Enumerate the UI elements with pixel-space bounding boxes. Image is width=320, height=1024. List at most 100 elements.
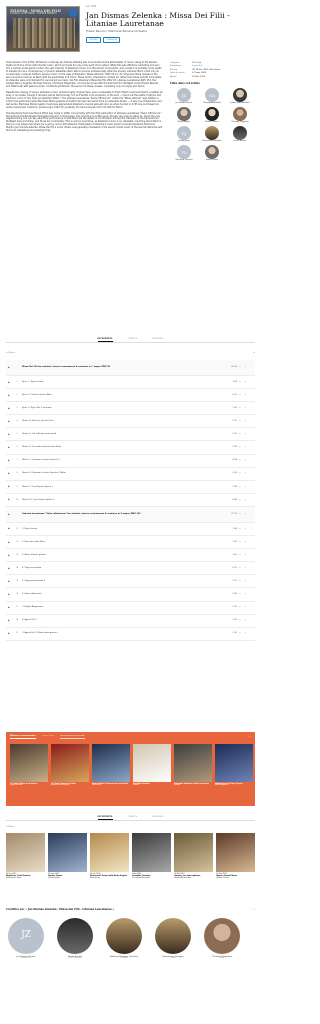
reco-tab-new-releases[interactable]: NOUVELLES SORTIES [60,735,85,739]
reco-card[interactable]: Scarlatti: Sonatas Various [133,744,171,786]
more-icon[interactable]: ⋯ [249,472,255,475]
more-icon[interactable]: ⋯ [249,593,255,596]
cited-person[interactable]: Christoph Prégardien [226,107,254,124]
track-row[interactable]: ▶ 10 Gloria: 10. Cum Sancto Spiritu 2 6:40 +… [6,494,255,507]
track-row[interactable]: ▶ 5 Gloria: 5. Qui tollis peccata mundi 5:2… [6,428,255,442]
track-row[interactable]: ▶ 12 2. Pater de coelis Deus 2:41 + ⤓ ⋯ [6,536,255,550]
card-caption: Scarlatti: Sonatas Various [133,783,171,787]
cited-person[interactable]: GJ Gordon Jones [170,126,198,143]
more-icon[interactable]: ⋯ [249,541,255,544]
cited-person[interactable]: Kammerchor Stuttgart [198,126,226,143]
track-row[interactable]: ▶ 4 Gloria: 4. Gloria in excelsis Deo 9:37 +… [6,415,255,429]
card-artist: Various [174,784,181,787]
album-cover[interactable]: ZELENKA · MISSA DEI FILII LITANIAE LAURE… [6,6,80,52]
more-icon[interactable]: ⋯ [249,459,255,462]
person-name: Christoph Prégardien [231,121,249,124]
cited-person[interactable]: TO Tafelmusik Chamber [170,145,198,162]
more-icon[interactable]: ⋯ [249,513,255,516]
credit-person[interactable]: Tafelmusik Baroque Orchestra Orchestre [104,918,144,960]
more-icon[interactable]: ⋯ [249,366,255,369]
album-artists[interactable]: Frieder Bernius / Tafelmusik Baroque Orc… [86,30,256,33]
credits-list: JZ Jan Dismas Zelenka Compositeur Frieder B… [6,918,242,960]
similar-card[interactable]: 8 Avr 2004 Gesualdo: Tenebrae The Hilliard… [132,833,171,879]
credit-person[interactable]: JZ Jan Dismas Zelenka Compositeur [6,918,46,960]
track-duration: 42:56 [231,366,237,369]
reco-card[interactable]: J.S. Bach: Oratorio de Noël Kammerchor St… [51,744,89,786]
track-row[interactable]: ▶ 9 Gloria: 9. Cum Sancto Spiritu 1 1:06 + ⤓ ⋯ [6,481,255,494]
track-number: 11 [15,527,19,530]
avatar [233,88,247,103]
similar-card[interactable]: 25 Fév 1999 Monteverdi: Vespro della Beat… [90,833,129,879]
more-icon[interactable]: ⋯ [249,567,255,570]
credits-arrows[interactable]: ‹ › [252,908,255,911]
track-title: Gloria: 9. Cum Sancto Spiritu 1 [22,485,53,488]
track-row[interactable]: ▶ 1 Kyrie: 1. Kyrie eleison 1:54 + ⤓ ⋯ [6,376,255,390]
track-row[interactable]: ▶ 16 6. Salus infirmorum 3:49 + ⤓ ⋯ [6,588,255,602]
similar-filter[interactable]: ⊳ Filtrer [6,826,14,829]
track-row[interactable]: ▶ 15 5. Virgo potentissima 1 2:27 + ⤓ ⋯ [6,575,255,589]
more-icon[interactable]: ⋯ [249,528,255,531]
more-icon[interactable]: ⋯ [249,554,255,557]
reco-card[interactable]: David Hamlin: Concerts pour ensemble Tafe… [92,744,130,786]
similar-card[interactable]: 15 Nov 2022 Mozart: Grande Messe William C… [216,833,256,879]
genre-badge[interactable]: CLASSICAL [103,37,120,43]
track-row[interactable]: ▶ 17 7. Regina Angelorum 3:12 + ⤓ ⋯ [6,602,255,615]
cited-person[interactable]: Johann Sebastian Bach [226,88,254,105]
more-icon[interactable]: ⋯ [249,580,255,583]
more-icon[interactable]: ⋯ [249,381,255,384]
more-icon[interactable]: ⋯ [249,619,255,622]
sort-icon[interactable]: ≡ [253,352,255,355]
track-row[interactable]: ▶ 14 4. Virgo veneranda 4:11 + ⤓ ⋯ [6,562,255,576]
credit-person[interactable]: Frieder Bernius Chef d'orchestre [55,918,95,960]
more-icon[interactable]: ⋯ [249,420,255,423]
work-row[interactable]: ▶ Litaniae Lauretanae "Salus infirmorum" … [6,506,255,523]
avatar: TO [177,145,191,160]
track-row[interactable]: ▶ 19 9. Agnus Dei 2 (Dona nobis pacem) 2:30… [6,628,255,641]
similar-arrows[interactable]: ‹ › [253,826,255,829]
more-icon[interactable]: ⋯ [249,632,255,635]
play-icon[interactable]: ▶ [6,366,12,369]
cited-person[interactable]: JZ Jan Dismas Zelenka [170,88,198,105]
cited-person[interactable]: Frieder Bernius [226,126,254,143]
more-icon[interactable]: ⋯ [249,407,255,410]
reco-tab-recommended[interactable]: Albums recommandés [10,735,36,739]
credit-person[interactable]: Christoph Prégardien Ténor [202,918,242,960]
reco-tab-for-you[interactable]: POUR VOUS [42,735,54,739]
more-icon[interactable]: ⋯ [249,394,255,397]
credit-person[interactable]: Kammerchor Stuttgart Chœur [153,918,193,960]
cited-person[interactable]: Nancy Argenta [170,107,198,124]
more-icon[interactable]: ⋯ [249,499,255,502]
track-row[interactable]: ▶ 7 Gloria: 7. Quoniam tu solus Sanctus 14… [6,455,255,468]
cited-person[interactable]: GA Giuseppe Antonibello [198,88,226,105]
card-caption: 15 Nov 2022 Mozart: Grande Messe William C… [216,873,255,879]
more-icon[interactable]: ⋯ [249,446,255,449]
card-artist: Frieder Bernius [10,784,23,787]
track-row[interactable]: ▶ 18 8. Agnus Dei 1 3:20 + ⤓ ⋯ [6,615,255,628]
more-icon[interactable]: ⋯ [249,606,255,609]
play-icon[interactable]: ▶ [6,513,12,516]
track-row[interactable]: ▶ 2 Kyrie: 2. Christe eleison (Alto) 4:11 + ⤓… [6,389,255,403]
reco-card[interactable]: Sebastian Temiqués: Violin Concertos Vari… [174,744,212,786]
track-row[interactable]: ▶ 8 Gloria: 8. Quoniam tu solus Sanctus 2 … [6,468,255,481]
reco-card[interactable]: J.S. Bach: Messe en si mineur Frieder Ber… [10,744,48,786]
info-row: Langueur 1h 1 min [170,62,256,65]
reco-arrows[interactable]: ‹ › [248,735,251,738]
more-icon[interactable]: ⋯ [249,486,255,489]
track-row[interactable]: ▶ 6 Gloria: 6. Qui sedes ad dexteram Patri… [6,441,255,455]
work-row[interactable]: ▶ Missa Dei Filii for soloists, chorus, i… [6,360,255,376]
format-badge[interactable]: CD/VINYL [86,37,102,43]
cited-person[interactable]: Jeanne Lamon [198,145,226,162]
similar-card[interactable]: 22 Mai 2021 Rameau: Les Indes galantes Rin… [174,833,213,879]
reco-card[interactable]: Martha Argerich Plays Chopin Martha Arger… [215,744,253,786]
tracklist-filter[interactable]: ⊳ Pièces [6,352,15,355]
track-title: Gloria: 10. Cum Sancto Spiritu 2 [22,498,55,501]
cited-person[interactable]: Michael Chance [198,107,226,124]
more-icon[interactable]: ⋯ [249,433,255,436]
track-number: 10 [15,498,19,501]
similar-card[interactable]: 20 Nov 2015 Magnificat - Dixit Dominus Emm… [6,833,45,879]
track-row[interactable]: ▶ 3 Kyrie: 3. Kyrie (No. 1 da capo) 1:55 + ⤓ ⋯ [6,402,255,416]
similar-card[interactable]: 23 Sept 2022 Handel: Operas Trevor Pinnock [48,833,87,879]
similar-toolbar: ⊳ Filtrer ‹ › [6,826,255,829]
track-row[interactable]: ▶ 11 1. Kyrie eleison 1:58 + ⤓ ⋯ [6,523,255,537]
track-row[interactable]: ▶ 13 3. Mater divinae gratiae 3:03 + ⤓ ⋯ [6,549,255,563]
